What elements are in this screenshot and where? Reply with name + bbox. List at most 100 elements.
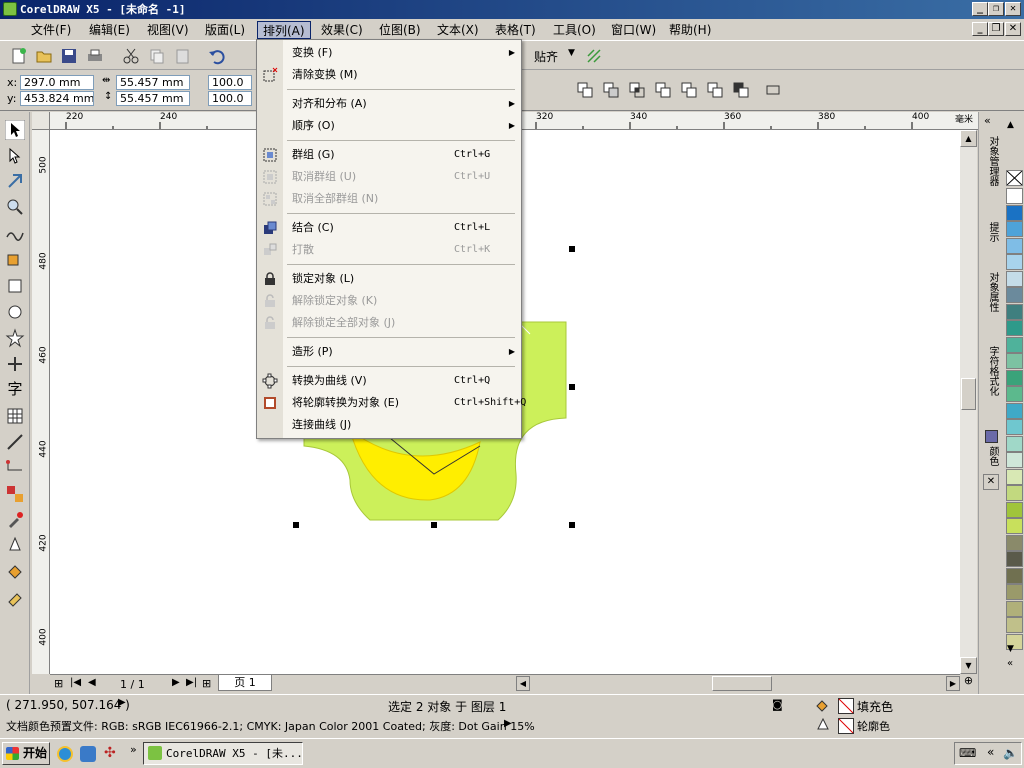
- palette-swatch[interactable]: [1006, 501, 1023, 518]
- page-tab[interactable]: 页 1: [218, 675, 272, 691]
- blend-tool-icon[interactable]: [5, 484, 25, 504]
- arrange-menu-item[interactable]: 对齐和分布 (A) ▶: [283, 93, 521, 115]
- palette-swatch[interactable]: [1006, 452, 1023, 468]
- arrange-menu-item[interactable]: 顺序 (O) ▶: [283, 115, 521, 137]
- palette-swatch[interactable]: [1006, 435, 1023, 452]
- smart-fill-tool-icon[interactable]: [5, 249, 25, 269]
- zoom-navigator-icon[interactable]: ⊕: [960, 674, 977, 692]
- selection-handle[interactable]: [569, 246, 575, 252]
- intersect-icon[interactable]: [628, 81, 646, 99]
- save-icon[interactable]: [60, 47, 78, 65]
- palette-swatch[interactable]: [1006, 468, 1023, 485]
- front-minus-back-icon[interactable]: [680, 81, 698, 99]
- connector-tool-icon[interactable]: [5, 458, 25, 478]
- docker-close-icon[interactable]: ✕: [983, 474, 999, 490]
- create-boundary-icon[interactable]: [764, 81, 782, 99]
- x-position-input[interactable]: 297.0 mm: [20, 75, 94, 90]
- start-button[interactable]: 开始: [2, 742, 50, 765]
- maximize-button[interactable]: ❐: [988, 2, 1004, 16]
- arrange-menu-item[interactable]: 群组 (G) Ctrl+G: [283, 144, 521, 166]
- menu-view[interactable]: 视图(V): [142, 21, 194, 39]
- profile-expand-arrow[interactable]: ▶: [504, 718, 512, 729]
- crop-tool-icon[interactable]: [5, 171, 25, 191]
- arrange-menu-item[interactable]: 变换 (F) ▶: [283, 42, 521, 64]
- palette-swatch[interactable]: [1006, 518, 1023, 534]
- arrange-menu-item[interactable]: 结合 (C) Ctrl+L: [283, 217, 521, 239]
- quick-launch-more-icon[interactable]: »: [130, 743, 137, 756]
- menu-layout[interactable]: 版面(L): [200, 21, 250, 39]
- menu-tools[interactable]: 工具(O): [548, 21, 601, 39]
- text-tool-icon[interactable]: 字: [5, 379, 25, 399]
- snap-to-label[interactable]: 贴齐: [534, 48, 558, 65]
- keyboard-tray-icon[interactable]: ⌨: [959, 746, 976, 760]
- menu-text[interactable]: 文本(X): [432, 21, 484, 39]
- palette-swatch[interactable]: [1006, 617, 1023, 633]
- palette-scroll-down-icon[interactable]: ▼: [1007, 644, 1014, 654]
- menu-bitmaps[interactable]: 位图(B): [374, 21, 426, 39]
- width-input[interactable]: 55.457 mm: [116, 75, 190, 90]
- scroll-right-button[interactable]: ▶: [946, 676, 960, 691]
- palette-swatch[interactable]: [1006, 369, 1023, 386]
- palette-swatch[interactable]: [1006, 551, 1023, 567]
- palette-swatch[interactable]: [1006, 204, 1023, 221]
- boundary-icon[interactable]: [732, 81, 750, 99]
- palette-swatch[interactable]: [1006, 402, 1023, 419]
- close-button[interactable]: ✕: [1005, 2, 1021, 16]
- docker-collapse-icon[interactable]: «: [984, 114, 991, 127]
- arrange-menu-item[interactable]: 锁定对象 (L): [283, 268, 521, 290]
- rectangle-tool-icon[interactable]: [5, 276, 25, 296]
- selection-handle[interactable]: [431, 522, 437, 528]
- print-icon[interactable]: [86, 47, 104, 65]
- no-color-swatch[interactable]: [1006, 170, 1023, 186]
- copy-icon[interactable]: [148, 47, 166, 65]
- doc-close-button[interactable]: ✕: [1005, 22, 1021, 36]
- palette-swatch[interactable]: [1006, 485, 1023, 501]
- palette-swatch[interactable]: [1006, 287, 1023, 303]
- palette-swatch[interactable]: [1006, 534, 1023, 551]
- ruler-origin[interactable]: [32, 112, 50, 130]
- open-icon[interactable]: [35, 47, 53, 65]
- table-tool-icon[interactable]: [5, 406, 25, 426]
- palette-swatch[interactable]: [1006, 386, 1023, 402]
- doc-minimize-button[interactable]: _: [972, 22, 988, 36]
- shape-tool-icon[interactable]: [5, 146, 25, 166]
- outline-none-swatch[interactable]: [838, 718, 854, 734]
- new-icon[interactable]: [10, 47, 28, 65]
- menu-file[interactable]: 文件(F): [26, 21, 76, 39]
- page-prev-icon[interactable]: ◀: [88, 677, 96, 688]
- tab-hints[interactable]: 提示: [982, 222, 1000, 262]
- snap-dropdown-arrow[interactable]: ▼: [568, 48, 575, 58]
- outline-tool-icon[interactable]: [5, 536, 25, 556]
- palette-swatch[interactable]: [1006, 303, 1023, 320]
- paste-icon[interactable]: [174, 47, 192, 65]
- fill-tool-icon[interactable]: [5, 562, 25, 582]
- y-position-input[interactable]: 453.824 mm: [20, 91, 94, 106]
- palette-swatch[interactable]: [1006, 584, 1023, 600]
- tab-character-formatting[interactable]: 字符格式化: [982, 346, 1000, 426]
- fill-none-swatch[interactable]: [838, 698, 854, 714]
- palette-swatch[interactable]: [1006, 353, 1023, 369]
- polygon-tool-icon[interactable]: [5, 328, 25, 348]
- palette-swatch[interactable]: [1006, 237, 1023, 254]
- vertical-ruler[interactable]: 500 480 460 440 420 400: [32, 130, 50, 674]
- horizontal-scroll-thumb[interactable]: [712, 676, 772, 691]
- tab-object-manager[interactable]: 对象管理器: [982, 136, 1000, 216]
- page-next-icon[interactable]: ▶: [172, 677, 180, 688]
- tray-expand-icon[interactable]: «: [987, 745, 994, 759]
- quick-launch-app-icon[interactable]: ✣: [104, 745, 116, 761]
- quick-launch-ie-icon[interactable]: [80, 746, 96, 762]
- height-input[interactable]: 55.457 mm: [116, 91, 190, 106]
- vertical-scroll-thumb[interactable]: [961, 378, 976, 410]
- palette-swatch[interactable]: [1006, 221, 1023, 237]
- palette-swatch[interactable]: [1006, 567, 1023, 584]
- back-minus-front-icon[interactable]: [706, 81, 724, 99]
- menu-table[interactable]: 表格(T): [490, 21, 541, 39]
- palette-swatch[interactable]: [1006, 419, 1023, 435]
- taskbar-coreldraw-button[interactable]: CorelDRAW X5 - [未...: [143, 742, 303, 765]
- menu-window[interactable]: 窗口(W): [606, 21, 661, 39]
- object-info-icon[interactable]: ◙: [772, 698, 783, 711]
- scroll-left-button[interactable]: ◀: [516, 676, 530, 691]
- menu-edit[interactable]: 编辑(E): [84, 21, 135, 39]
- palette-scroll-up-icon[interactable]: ▲: [1007, 120, 1014, 130]
- arrange-menu-item[interactable]: 将轮廓转换为对象 (E) Ctrl+Shift+Q: [283, 392, 526, 414]
